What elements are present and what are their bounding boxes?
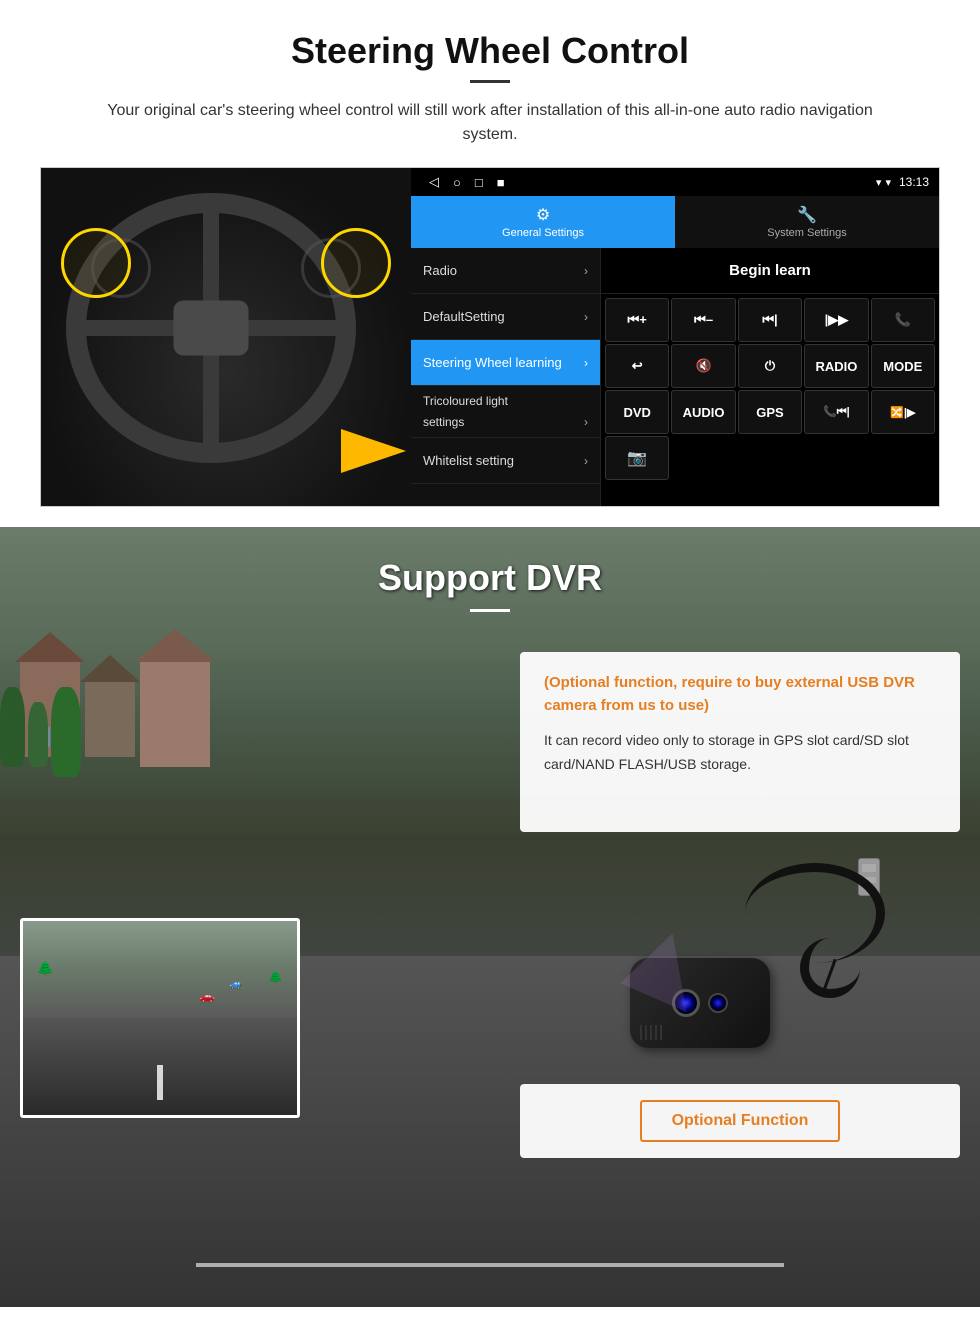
section1-subtitle: Your original car's steering wheel contr…	[80, 99, 900, 147]
ctrl-phone-prev[interactable]: 📞⏮|	[804, 390, 868, 434]
ctrl-gps[interactable]: GPS	[738, 390, 802, 434]
dvr-content: 🚗 🚙 🌲 🌲 (Optional function, require to b…	[0, 652, 980, 1158]
menu-item-tricoloured[interactable]: Tricoloured light settings ›	[411, 386, 600, 438]
menu-settings-label: settings	[423, 415, 464, 429]
signal-icon: ▾	[876, 176, 882, 189]
menu-default-arrow: ›	[584, 310, 588, 324]
ctrl-mute[interactable]: 🔇	[671, 344, 735, 388]
dvr-right-area: (Optional function, require to buy exter…	[520, 652, 960, 1158]
steering-ui-container: ◁ ○ □ ■ ▾ ▾ 13:13 ⚙ General Settings 🔧 S…	[40, 167, 940, 507]
menu-default-label: DefaultSetting	[423, 309, 505, 324]
optional-function-button[interactable]: Optional Function	[640, 1100, 841, 1142]
dvr-optional-btn-area: Optional Function	[520, 1084, 960, 1158]
dvr-header: Support DVR	[0, 527, 980, 632]
menu-steering-label: Steering Wheel learning	[423, 355, 562, 370]
section1-divider	[470, 80, 510, 83]
nav-menu-icon: ■	[497, 175, 505, 190]
menu-tricoloured-arrow: ›	[584, 415, 588, 429]
ctrl-mode[interactable]: MODE	[871, 344, 935, 388]
dvr-optional-text: (Optional function, require to buy exter…	[544, 672, 936, 717]
section-steering: Steering Wheel Control Your original car…	[0, 0, 980, 527]
android-panel: ◁ ○ □ ■ ▾ ▾ 13:13 ⚙ General Settings 🔧 S…	[411, 168, 939, 506]
menu-whitelist-label: Whitelist setting	[423, 453, 514, 468]
begin-learn-row: Begin learn	[601, 248, 939, 294]
menu-item-steering-wheel[interactable]: Steering Wheel learning ›	[411, 340, 600, 386]
right-panel: Begin learn ⏮+ ⏮– ⏮| |▶▶ 📞 ↩ 🔇 ⏻ RADIO	[601, 248, 939, 506]
ctrl-audio[interactable]: AUDIO	[671, 390, 735, 434]
section-dvr: Support DVR 🚗 🚙 🌲 🌲	[0, 527, 980, 1307]
gear-icon: ⚙	[536, 205, 550, 225]
menu-steering-arrow: ›	[584, 356, 588, 370]
ctrl-vol-down[interactable]: ⏮–	[671, 298, 735, 342]
control-button-grid: ⏮+ ⏮– ⏮| |▶▶ 📞 ↩ 🔇 ⏻ RADIO MODE DVD AUDI	[601, 294, 939, 484]
dvr-title: Support DVR	[40, 557, 940, 599]
begin-learn-button[interactable]: Begin learn	[729, 262, 811, 279]
ctrl-shuffle-next[interactable]: 🔀|▶	[871, 390, 935, 434]
menu-radio-label: Radio	[423, 263, 457, 278]
dvr-divider	[470, 609, 510, 612]
tab-general-label: General Settings	[502, 227, 584, 239]
menu-item-whitelist[interactable]: Whitelist setting ›	[411, 438, 600, 484]
status-bar: ◁ ○ □ ■ ▾ ▾ 13:13	[411, 168, 939, 196]
system-icon: 🔧	[797, 205, 817, 225]
tab-system-label: System Settings	[767, 227, 846, 239]
tabs-row: ⚙ General Settings 🔧 System Settings	[411, 196, 939, 248]
tab-system-settings[interactable]: 🔧 System Settings	[675, 196, 939, 248]
ctrl-camera[interactable]: 📷	[605, 436, 669, 480]
menu-item-radio[interactable]: Radio ›	[411, 248, 600, 294]
nav-square-icon: □	[475, 175, 483, 190]
nav-back-icon: ◁	[429, 174, 439, 190]
dvr-desc-text: It can record video only to storage in G…	[544, 729, 936, 777]
tab-general-settings[interactable]: ⚙ General Settings	[411, 196, 675, 248]
menu-radio-arrow: ›	[584, 264, 588, 278]
section1-title: Steering Wheel Control	[40, 30, 940, 72]
ctrl-radio[interactable]: RADIO	[804, 344, 868, 388]
left-button-highlight	[61, 228, 131, 298]
dvr-info-box: (Optional function, require to buy exter…	[520, 652, 960, 832]
ctrl-dvd[interactable]: DVD	[605, 390, 669, 434]
ctrl-prev[interactable]: ⏮|	[738, 298, 802, 342]
nav-home-icon: ○	[453, 175, 461, 190]
dvr-left-area: 🚗 🚙 🌲 🌲	[20, 652, 500, 1158]
dvr-camera-image-area	[520, 848, 960, 1068]
ctrl-phone[interactable]: 📞	[871, 298, 935, 342]
menu-item-default-setting[interactable]: DefaultSetting ›	[411, 294, 600, 340]
menu-tricoloured-label: Tricoloured light	[423, 394, 508, 408]
ctrl-power[interactable]: ⏻	[738, 344, 802, 388]
menu-whitelist-arrow: ›	[584, 454, 588, 468]
ctrl-back[interactable]: ↩	[605, 344, 669, 388]
steering-wheel-photo	[41, 168, 411, 507]
ctrl-next[interactable]: |▶▶	[804, 298, 868, 342]
wifi-icon: ▾	[885, 176, 891, 189]
menu-list: Radio › DefaultSetting › Steering Wheel …	[411, 248, 601, 506]
dvr-recording-thumbnail: 🚗 🚙 🌲 🌲	[20, 918, 300, 1118]
right-button-highlight	[321, 228, 391, 298]
dvr-camera-image	[590, 858, 890, 1058]
menu-content: Radio › DefaultSetting › Steering Wheel …	[411, 248, 939, 506]
ctrl-vol-up[interactable]: ⏮+	[605, 298, 669, 342]
status-time: 13:13	[899, 175, 929, 189]
